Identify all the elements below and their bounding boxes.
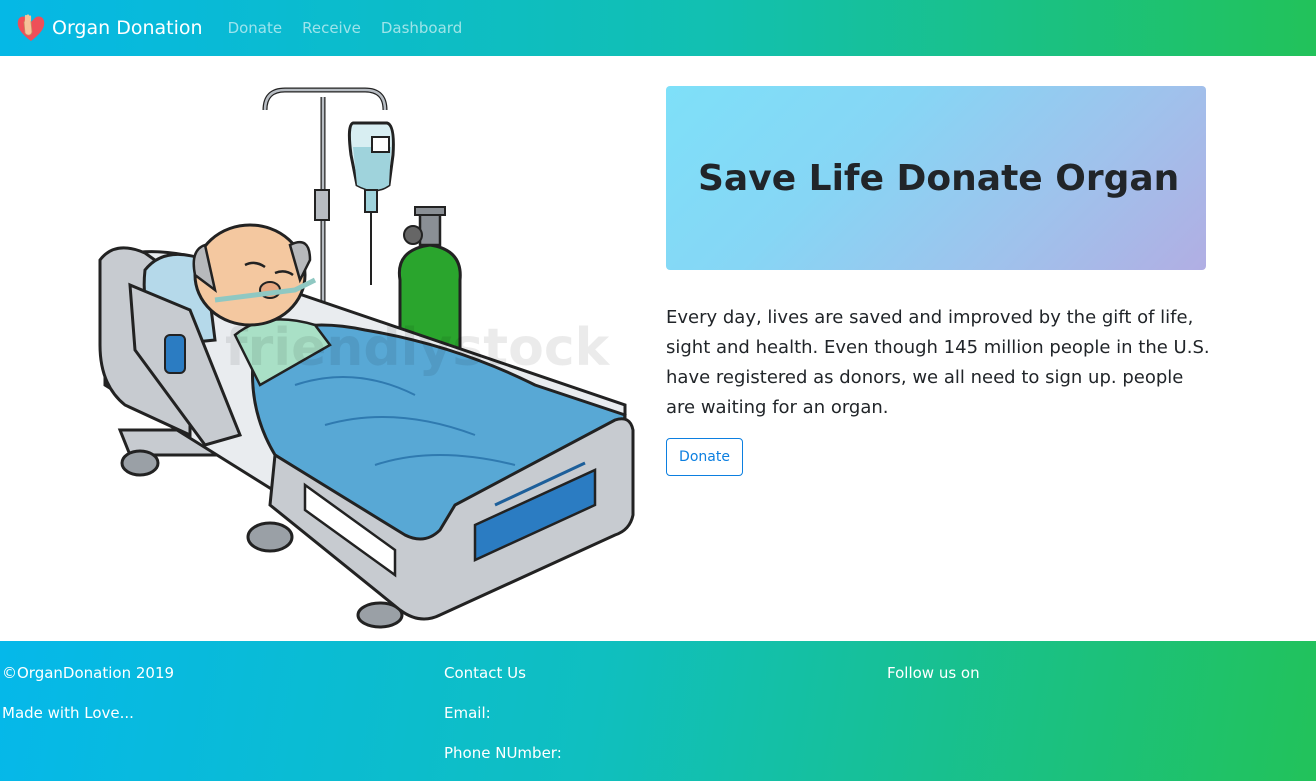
footer-col-follow: Follow us on bbox=[887, 663, 980, 703]
footer-contact-heading: Contact Us bbox=[444, 664, 526, 682]
nav-link-donate[interactable]: Donate bbox=[228, 19, 283, 37]
donate-button[interactable]: Donate bbox=[666, 438, 743, 476]
heart-hand-icon bbox=[15, 12, 47, 44]
hero-description: Every day, lives are saved and improved … bbox=[666, 307, 1210, 418]
nav-link-receive[interactable]: Receive bbox=[302, 19, 361, 37]
footer-copyright: ©OrganDonation 2019 bbox=[2, 664, 175, 682]
nav-links: Donate Receive Dashboard bbox=[228, 19, 483, 37]
hero-banner: Save Life Donate Organ bbox=[666, 86, 1206, 270]
footer-email: Email: bbox=[444, 704, 491, 722]
footer-made-with-love: Made with Love... bbox=[2, 704, 134, 722]
footer-col-copyright: ©OrganDonation 2019 Made with Love... bbox=[2, 663, 174, 743]
brand-link[interactable]: Organ Donation bbox=[15, 12, 203, 44]
watermark-text: friendlystock bbox=[225, 318, 611, 378]
hospital-bed-illustration: friendlystock bbox=[95, 85, 640, 630]
footer-col-contact: Contact Us Email: Phone NUmber: bbox=[444, 663, 562, 781]
footer: ©OrganDonation 2019 Made with Love... Co… bbox=[0, 641, 1316, 781]
footer-follow-heading: Follow us on bbox=[887, 664, 980, 682]
footer-phone: Phone NUmber: bbox=[444, 744, 562, 762]
hero-title: Save Life Donate Organ bbox=[698, 157, 1180, 199]
navbar: Organ Donation Donate Receive Dashboard bbox=[0, 0, 1316, 56]
brand-name: Organ Donation bbox=[52, 17, 203, 39]
nav-link-dashboard[interactable]: Dashboard bbox=[381, 19, 462, 37]
